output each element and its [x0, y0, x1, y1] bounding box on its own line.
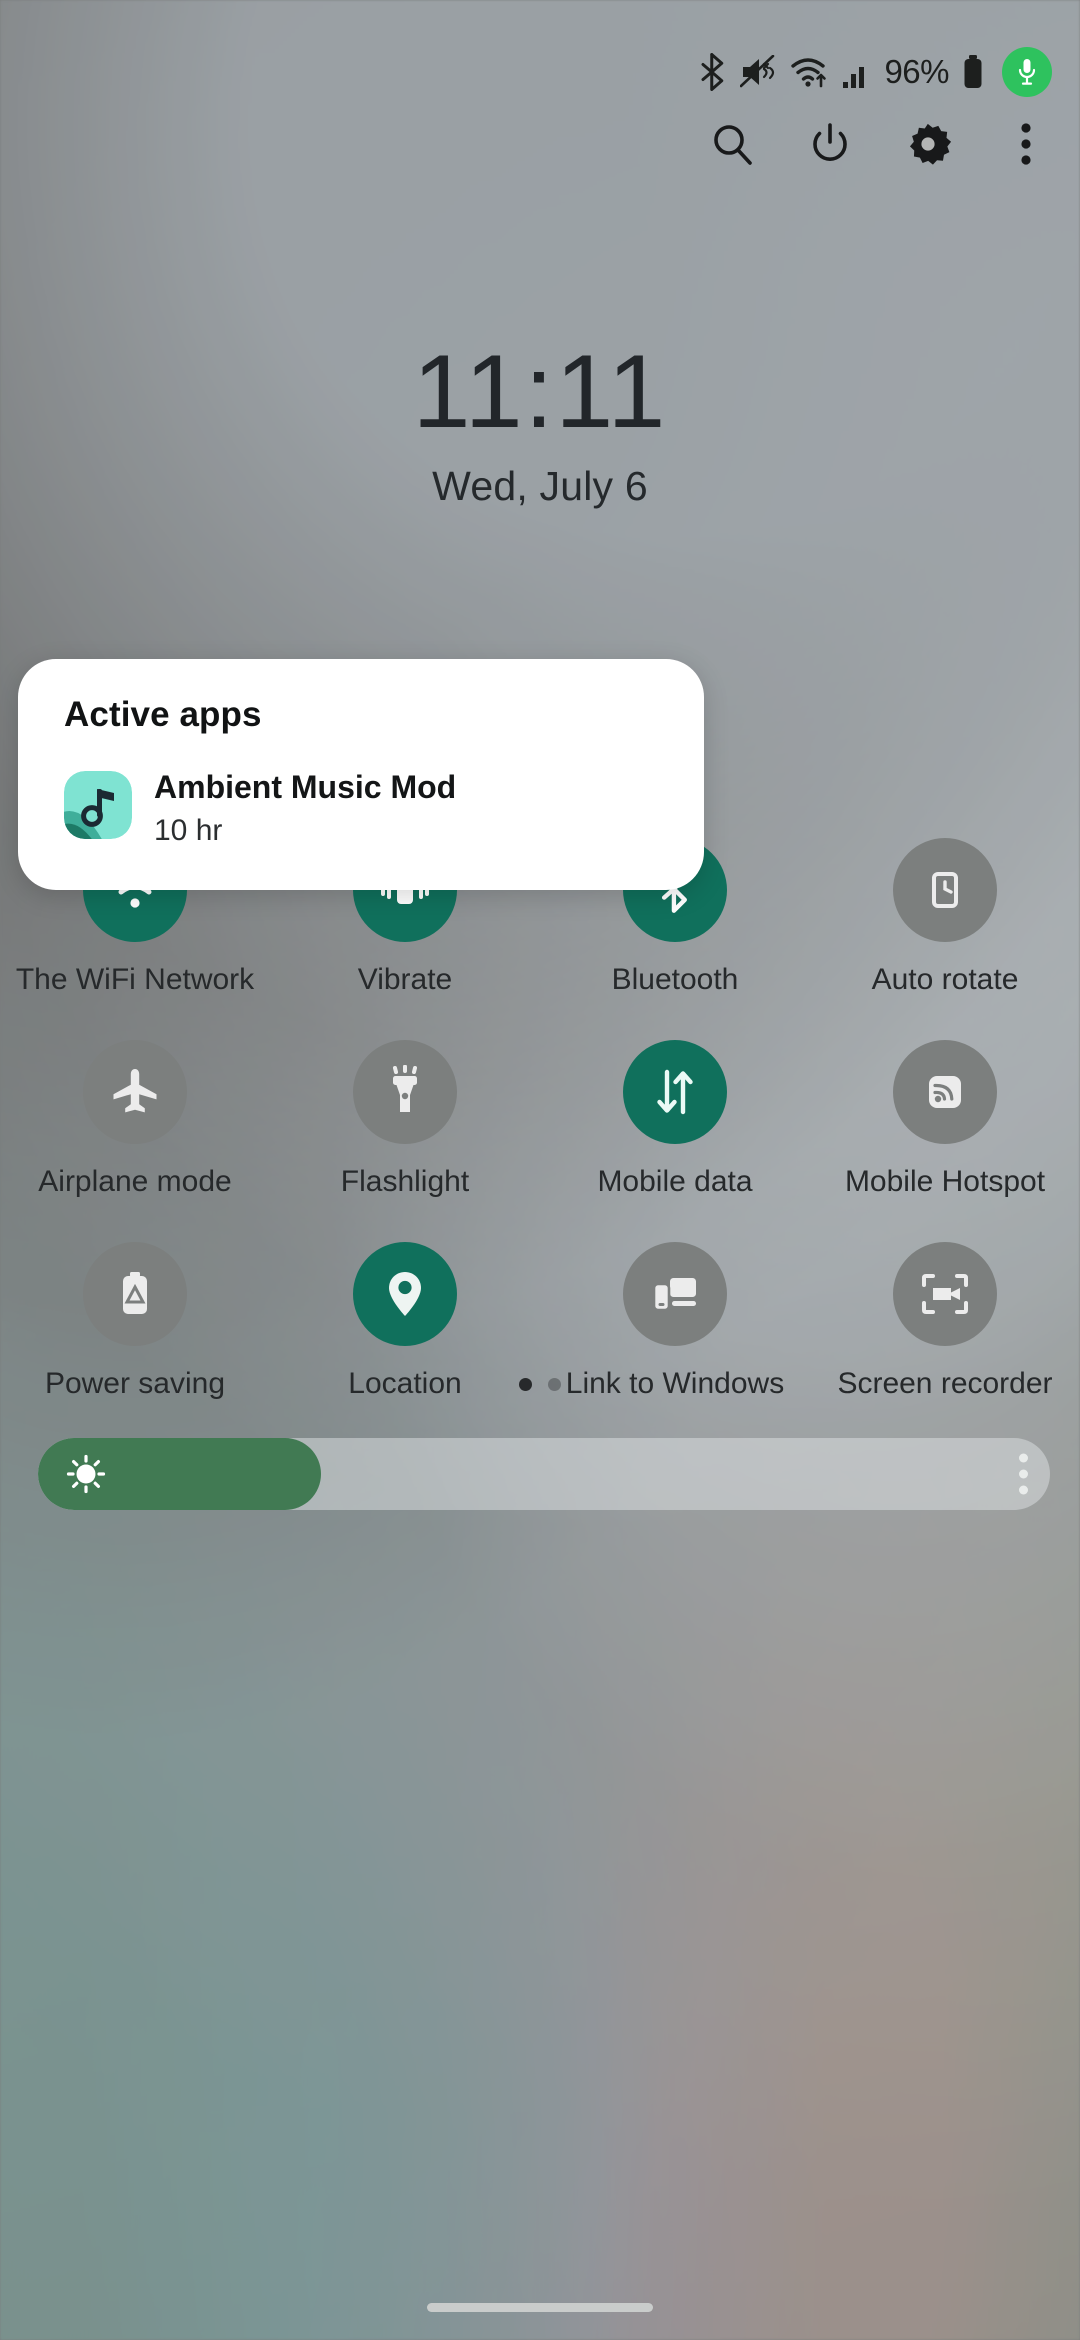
active-app-duration: 10 hr [154, 814, 223, 847]
qs-tile-flashlight[interactable]: Flashlight [270, 1040, 540, 1200]
clock-time: 11:11 [412, 334, 668, 450]
mobile-data-icon[interactable] [623, 1040, 727, 1144]
screen-recorder-icon[interactable] [893, 1242, 997, 1346]
mute-vibrate-off-icon [740, 55, 775, 88]
status-bar: 96% [698, 47, 1052, 97]
power-saving-icon[interactable] [83, 1242, 187, 1346]
brightness-slider[interactable] [38, 1438, 1050, 1510]
qs-tile-mobile-data[interactable]: Mobile data [540, 1040, 810, 1200]
link-to-windows-icon[interactable] [623, 1242, 727, 1346]
power-icon[interactable] [804, 118, 856, 170]
pager-dot-1[interactable] [519, 1378, 532, 1391]
brightness-slider-row [38, 1438, 1050, 1510]
quick-panel-pager[interactable] [0, 1378, 1080, 1391]
active-app-list-item[interactable]: Ambient Music Mod 10 hr [64, 767, 456, 851]
overflow-menu-icon[interactable] [1000, 118, 1052, 170]
wifi-icon [791, 58, 827, 88]
flashlight-icon[interactable] [353, 1040, 457, 1144]
bluetooth-icon [701, 53, 724, 91]
auto-rotate-icon[interactable] [893, 838, 997, 942]
active-apps-title: Active apps [64, 695, 262, 734]
clock-date: Wed, July 6 [432, 463, 648, 510]
gear-icon[interactable] [902, 118, 954, 170]
microphone-active-icon [1002, 47, 1052, 97]
qs-tile-auto-rotate[interactable]: Auto rotate [810, 838, 1080, 998]
qs-tile-label: Bluetooth [611, 963, 739, 996]
active-apps-dialog[interactable]: Active apps Ambient Music Mod 10 hr [18, 659, 704, 890]
qs-tile-label: Mobile Hotspot [844, 1165, 1046, 1198]
qs-tile-label: Flashlight [340, 1165, 470, 1198]
quick-settings-row: Airplane mode Flashlight Mobile data Mob… [0, 1040, 1080, 1200]
qs-tile-label: Auto rotate [871, 963, 1019, 996]
active-app-text: Ambient Music Mod 10 hr [154, 767, 456, 851]
brightness-overflow-menu-icon[interactable] [1019, 1453, 1028, 1495]
qs-tile-mobile-hotspot[interactable]: Mobile Hotspot [810, 1040, 1080, 1200]
gesture-nav-bar [0, 2303, 1080, 2312]
search-icon[interactable] [706, 118, 758, 170]
qs-tile-label: Mobile data [597, 1165, 753, 1198]
ambient-music-mod-icon [64, 771, 132, 839]
qs-tile-label: Airplane mode [38, 1165, 232, 1198]
location-pin-icon[interactable] [353, 1242, 457, 1346]
qs-tile-label: Vibrate [357, 963, 453, 996]
qs-tile-airplane-mode[interactable]: Airplane mode [0, 1040, 270, 1200]
cellular-signal-icon [843, 67, 865, 88]
battery-icon [964, 55, 982, 88]
active-app-name: Ambient Music Mod [154, 769, 457, 805]
quick-panel-header-actions [706, 118, 1052, 170]
battery-percentage: 96% [884, 53, 949, 90]
pager-dot-2[interactable] [548, 1378, 561, 1391]
brightness-sun-icon [66, 1454, 106, 1494]
gesture-nav-pill[interactable] [427, 2303, 653, 2312]
qs-tile-label: The WiFi Network [15, 963, 255, 996]
airplane-icon[interactable] [83, 1040, 187, 1144]
lockscreen-clock: 11:11 Wed, July 6 [0, 334, 1080, 510]
hotspot-icon[interactable] [893, 1040, 997, 1144]
quick-settings-grid: The WiFi Network Vibrate Bluetooth Auto … [0, 838, 1080, 1402]
